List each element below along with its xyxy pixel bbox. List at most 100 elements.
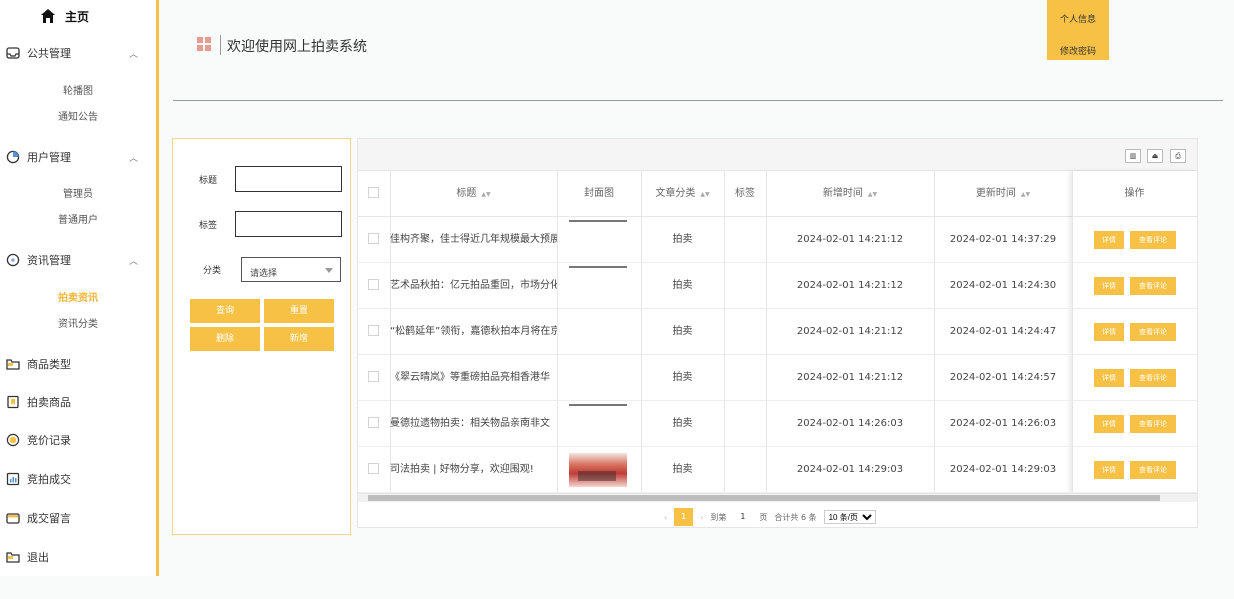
- sort-icon: ▲▼: [867, 191, 878, 198]
- sort-icon: ▲▼: [700, 191, 710, 198]
- goto-label: 到第: [710, 512, 727, 522]
- row-updated: 2024-02-01 14:26:03: [949, 418, 1057, 429]
- row-category: 拍卖: [672, 326, 693, 337]
- row-created: 2024-02-01 14:21:12: [796, 326, 904, 337]
- row-checkbox[interactable]: [368, 417, 379, 428]
- menu-group-public[interactable]: 公共管理 ︿: [6, 45, 138, 61]
- sidebar-item-auction-news[interactable]: 拍卖资讯: [0, 289, 156, 304]
- page-size-select[interactable]: 10 条/页: [823, 510, 876, 524]
- folder-icon: [6, 357, 20, 371]
- title-input[interactable]: [235, 166, 342, 192]
- print-icon[interactable]: ⎙: [1170, 149, 1186, 163]
- category-select[interactable]: 请选择: [241, 257, 341, 282]
- sidebar-item-users[interactable]: 普通用户: [0, 211, 156, 226]
- sidebar-item-logout[interactable]: 退出: [6, 549, 49, 565]
- detail-button[interactable]: 详情: [1094, 461, 1124, 479]
- coin-icon: [6, 433, 20, 447]
- next-page-icon[interactable]: ›: [700, 513, 703, 522]
- columns-icon[interactable]: ▥: [1125, 149, 1141, 163]
- delete-button[interactable]: 删除: [190, 327, 260, 351]
- view-comments-button[interactable]: 查看评论: [1130, 415, 1176, 433]
- detail-button[interactable]: 详情: [1094, 369, 1124, 387]
- view-comments-button[interactable]: 查看评论: [1130, 369, 1176, 387]
- select-all-checkbox[interactable]: [368, 187, 379, 198]
- goto-page-input[interactable]: 1: [733, 508, 752, 526]
- grid-logo-icon: [197, 37, 211, 51]
- menu-group-label: 资讯管理: [27, 254, 71, 267]
- row-updated: 2024-02-01 14:29:03: [949, 464, 1057, 475]
- row-updated: 2024-02-01 14:24:47: [949, 326, 1057, 337]
- tag-input[interactable]: [235, 211, 342, 237]
- row-title: 佳构齐聚，佳士得近几年规模最大预展: [390, 234, 557, 245]
- sidebar-item-admin[interactable]: 管理员: [0, 185, 156, 200]
- sidebar-item-carousel[interactable]: 轮播图: [0, 82, 156, 97]
- add-button[interactable]: 新增: [264, 327, 334, 351]
- row-title: 艺术品秋拍：亿元拍品重回，市场分化: [390, 280, 557, 291]
- pagination: ‹ 1 › 到第 1 页 合计共 6 条 10 条/页: [664, 508, 876, 526]
- inbox-icon: [6, 46, 20, 60]
- sidebar-item-news-category[interactable]: 资讯分类: [0, 315, 156, 330]
- change-password-link[interactable]: 修改密码: [1047, 44, 1109, 57]
- table-toolbar: ▥ ⏏ ⎙: [358, 139, 1197, 171]
- cover-image: [569, 220, 627, 222]
- category-label: 分类: [203, 266, 222, 276]
- scrollbar-thumb[interactable]: [368, 495, 1160, 501]
- row-title: 曼德拉遗物拍卖：相关物品亲南非文: [390, 418, 550, 429]
- row-checkbox[interactable]: [368, 325, 379, 336]
- detail-button[interactable]: 详情: [1094, 415, 1124, 433]
- home-label: 主页: [65, 9, 90, 24]
- chevron-up-icon: ︿: [129, 256, 139, 267]
- sort-icon: ▲▼: [481, 191, 491, 198]
- prev-page-icon[interactable]: ‹: [664, 513, 667, 522]
- row-checkbox[interactable]: [368, 371, 379, 382]
- sidebar-item-auction-goods[interactable]: 拍卖商品: [6, 394, 71, 410]
- reset-button[interactable]: 重置: [264, 299, 334, 323]
- current-page[interactable]: 1: [674, 508, 694, 526]
- table-row: “松鹤延年”领衔，嘉德秋拍本月将在京 拍卖 2024-02-01 14:21:12 2…: [358, 309, 1197, 355]
- export-icon[interactable]: ⏏: [1147, 149, 1163, 163]
- row-checkbox[interactable]: [368, 463, 379, 474]
- title-divider: [220, 35, 221, 55]
- search-panel: 标题 标签 分类 请选择 查询 重置 删除 新增: [172, 138, 351, 535]
- row-checkbox[interactable]: [368, 279, 379, 290]
- sidebar-item-bid-records[interactable]: 竞价记录: [6, 432, 71, 448]
- menu-group-news[interactable]: 资讯管理 ︿: [6, 252, 138, 268]
- circle-info-icon: [6, 253, 20, 267]
- sidebar-item-notice[interactable]: 通知公告: [0, 108, 156, 123]
- profile-link[interactable]: 个人信息: [1047, 12, 1109, 25]
- bar-chart-icon: [6, 472, 20, 486]
- view-comments-button[interactable]: 查看评论: [1130, 323, 1176, 341]
- detail-button[interactable]: 详情: [1094, 277, 1124, 295]
- sidebar-item-deals[interactable]: 竞拍成交: [6, 471, 71, 487]
- col-updated[interactable]: 更新时间 ▲▼: [934, 171, 1072, 217]
- sidebar-item-messages[interactable]: 成交留言: [6, 510, 71, 526]
- row-checkbox[interactable]: [368, 233, 379, 244]
- row-category: 拍卖: [672, 464, 693, 475]
- search-button[interactable]: 查询: [190, 299, 260, 323]
- home-nav[interactable]: 主页: [40, 6, 89, 26]
- row-updated: 2024-02-01 14:24:30: [949, 280, 1057, 291]
- folder-icon: [6, 550, 20, 564]
- page-title: 欢迎使用网上拍卖系统: [227, 39, 367, 55]
- view-comments-button[interactable]: 查看评论: [1130, 231, 1176, 249]
- sidebar-item-label: 退出: [27, 551, 49, 564]
- view-comments-button[interactable]: 查看评论: [1130, 461, 1176, 479]
- home-icon: [41, 9, 55, 23]
- menu-group-user[interactable]: 用户管理 ︿: [6, 149, 138, 165]
- col-created[interactable]: 新增时间 ▲▼: [766, 171, 934, 217]
- row-category: 拍卖: [672, 372, 693, 383]
- col-title[interactable]: 标题 ▲▼: [390, 171, 557, 217]
- table-row: 司法拍卖 | 好物分享，欢迎围观! 拍卖 2024-02-01 14:29:03 20…: [358, 447, 1197, 493]
- detail-button[interactable]: 详情: [1094, 231, 1124, 249]
- row-created: 2024-02-01 14:21:12: [796, 234, 904, 245]
- row-category: 拍卖: [672, 280, 693, 291]
- view-comments-button[interactable]: 查看评论: [1130, 277, 1176, 295]
- clock-icon: [6, 150, 20, 164]
- chevron-up-icon: ︿: [129, 153, 139, 164]
- sidebar-item-product-type[interactable]: 商品类型: [6, 356, 71, 372]
- col-category[interactable]: 文章分类 ▲▼: [641, 171, 724, 217]
- sort-icon: ▲▼: [1020, 191, 1031, 198]
- horizontal-scrollbar[interactable]: [358, 493, 1197, 502]
- detail-button[interactable]: 详情: [1094, 323, 1124, 341]
- table-row: 曼德拉遗物拍卖：相关物品亲南非文 拍卖 2024-02-01 14:26:03 202…: [358, 401, 1197, 447]
